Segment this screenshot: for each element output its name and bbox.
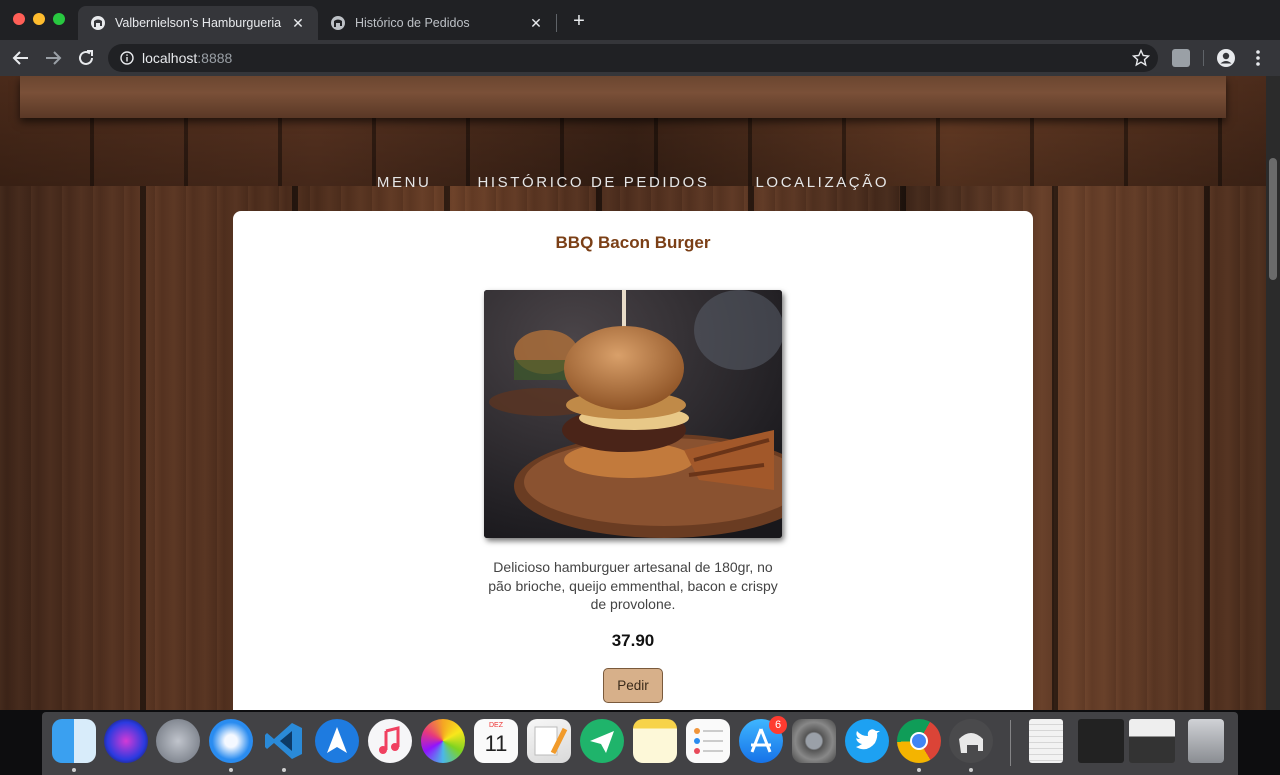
order-button[interactable]: Pedir (603, 668, 663, 703)
address-bar[interactable]: localhost:8888 (108, 44, 1158, 72)
zoom-window-button[interactable] (53, 13, 65, 25)
new-tab-button[interactable]: + (568, 10, 590, 32)
siri-icon[interactable] (104, 719, 148, 763)
nav-menu-link[interactable]: MENU (377, 174, 432, 191)
elephant-favicon-icon (91, 16, 105, 30)
nav-location-link[interactable]: LOCALIZAÇÃO (755, 174, 889, 191)
calendar-icon[interactable]: DEZ 11 (474, 719, 518, 763)
documents-stack-icon[interactable] (1029, 719, 1063, 763)
macos-dock: DEZ 11 6 (42, 712, 1238, 775)
product-image (484, 290, 782, 538)
toolbar-separator (1203, 50, 1204, 66)
running-indicator (969, 768, 973, 772)
tab-title: Valbernielson's Hamburgueria (115, 16, 282, 30)
tab-separator (556, 14, 557, 32)
browser-toolbar: localhost:8888 (0, 40, 1280, 76)
nav-order-history-link[interactable]: HISTÓRICO DE PEDIDOS (477, 174, 709, 191)
product-card: BBQ Bacon Burger Delicioso hamburguer ar… (233, 211, 1033, 710)
tab-title: Histórico de Pedidos (355, 16, 470, 30)
tableplus-icon[interactable] (949, 719, 993, 763)
tab-hamburgueria[interactable]: Valbernielson's Hamburgueria ✕ (78, 6, 318, 40)
airmail-icon[interactable] (580, 719, 624, 763)
url-port: :8888 (197, 50, 233, 66)
minimize-window-button[interactable] (33, 13, 45, 25)
notes-icon[interactable] (633, 719, 677, 763)
site-navigation: MENU HISTÓRICO DE PEDIDOS LOCALIZAÇÃO (0, 174, 1266, 191)
spark-icon[interactable] (315, 719, 359, 763)
photos-icon[interactable] (421, 719, 465, 763)
close-window-button[interactable] (13, 13, 25, 25)
header-plank (20, 76, 1226, 118)
trash-icon[interactable] (1188, 719, 1224, 763)
page-viewport: MENU HISTÓRICO DE PEDIDOS LOCALIZAÇÃO BB… (0, 76, 1266, 710)
tab-close-icon[interactable]: ✕ (290, 15, 306, 32)
pages-icon[interactable] (527, 719, 571, 763)
launchpad-icon[interactable] (156, 719, 200, 763)
elephant-favicon-icon (331, 16, 345, 30)
appstore-badge: 6 (769, 716, 787, 734)
running-indicator (282, 768, 286, 772)
url-host: localhost (142, 50, 198, 66)
profile-avatar-icon[interactable] (1216, 48, 1236, 68)
music-icon[interactable] (368, 719, 412, 763)
tab-historico[interactable]: Histórico de Pedidos ✕ (318, 6, 556, 40)
scrollbar-thumb[interactable] (1269, 158, 1277, 280)
running-indicator (72, 768, 76, 772)
product-name: BBQ Bacon Burger (555, 233, 711, 252)
running-indicator (229, 768, 233, 772)
safari-icon[interactable] (209, 719, 253, 763)
finder-icon[interactable] (52, 719, 96, 763)
info-icon[interactable] (120, 51, 134, 65)
reload-icon[interactable] (75, 47, 97, 69)
tab-bar: Valbernielson's Hamburgueria ✕ Histórico… (0, 0, 1280, 40)
back-arrow-icon[interactable] (10, 47, 32, 69)
appstore-icon[interactable]: 6 (739, 716, 787, 763)
product-description: Delicioso hamburguer artesanal de 180gr,… (488, 559, 778, 612)
forward-arrow-icon[interactable] (42, 47, 64, 69)
extension-icon[interactable] (1172, 49, 1190, 67)
product-price: 37.90 (611, 631, 655, 650)
bookmark-star-icon[interactable] (1132, 49, 1150, 67)
system-preferences-icon[interactable] (792, 719, 836, 763)
screenshot-stack-icon[interactable] (1078, 719, 1124, 763)
vscode-icon[interactable] (262, 719, 306, 763)
calendar-month: DEZ (489, 722, 503, 729)
downloads-stack-icon[interactable] (1129, 719, 1175, 763)
chrome-icon[interactable] (897, 719, 941, 763)
dock-separator (1010, 720, 1011, 766)
running-indicator (917, 768, 921, 772)
calendar-day: 11 (484, 731, 508, 756)
reminders-icon[interactable] (686, 719, 730, 763)
header-wood-background (0, 76, 1266, 186)
twitter-icon[interactable] (845, 719, 889, 763)
menu-kebab-icon[interactable] (1250, 48, 1266, 68)
tab-close-icon[interactable]: ✕ (528, 15, 544, 32)
